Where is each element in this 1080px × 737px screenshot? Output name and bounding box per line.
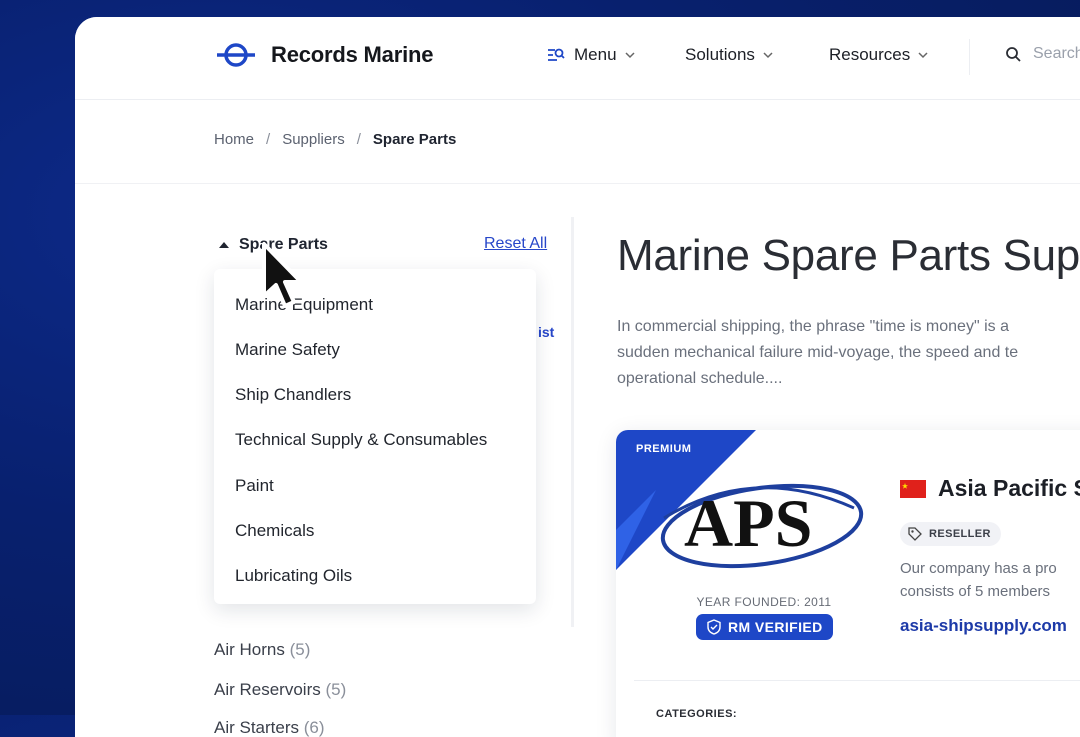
aps-logo-text: APS: [684, 485, 812, 561]
search-input[interactable]: Search: [1005, 45, 1080, 63]
category-item[interactable]: Air Horns (5): [214, 640, 310, 660]
company-name: Asia Pacific S: [938, 475, 1080, 501]
breadcrumb-separator: /: [356, 131, 361, 148]
category-item[interactable]: Air Starters (6): [214, 718, 325, 737]
category-label: Air Horns: [214, 640, 285, 659]
nav-solutions-label: Solutions: [685, 45, 755, 64]
category-count: (6): [303, 718, 325, 737]
company-description: Our company has a pro consists of 5 memb…: [900, 557, 1080, 603]
company-name-row[interactable]: Asia Pacific S: [900, 475, 1080, 502]
category-count: (5): [289, 640, 311, 659]
category-count: (5): [325, 680, 347, 699]
premium-badge: PREMIUM: [636, 443, 692, 455]
category-label: Air Reservoirs: [214, 680, 321, 699]
chevron-down-icon: [625, 52, 635, 59]
dropdown-item-paint[interactable]: Paint: [235, 476, 274, 496]
china-flag-icon: [900, 479, 926, 498]
category-label: Air Starters: [214, 718, 300, 737]
dropdown-item-technical-supply[interactable]: Technical Supply & Consumables: [235, 430, 487, 450]
browser-window: Records Marine Menu Solutions Resources: [75, 17, 1080, 737]
categories-label: CATEGORIES:: [656, 708, 738, 720]
site-header: Records Marine Menu Solutions Resources: [75, 17, 1080, 100]
partial-list-link[interactable]: ist: [538, 324, 554, 340]
reseller-tag: RESELLER: [900, 522, 1001, 546]
reset-all-link[interactable]: Reset All: [484, 235, 547, 253]
dropdown-item-marine-safety[interactable]: Marine Safety: [235, 340, 340, 360]
search-placeholder: Search: [1033, 45, 1080, 62]
logo-icon: [217, 43, 255, 67]
page-title: Marine Spare Parts Sup: [617, 231, 1080, 280]
intro-line: In commercial shipping, the phrase "time…: [617, 318, 1009, 335]
description-line: consists of 5 members: [900, 583, 1051, 600]
description-line: Our company has a pro: [900, 560, 1057, 577]
breadcrumb-current: Spare Parts: [372, 131, 457, 148]
supplier-card-media: PREMIUM APS YEAR FOUNDED: 2011 RM VERIFI…: [616, 430, 874, 737]
menu-search-icon: [548, 48, 565, 61]
aps-logo-image: APS: [660, 483, 864, 569]
supplier-card[interactable]: PREMIUM APS YEAR FOUNDED: 2011 RM VERIFI…: [616, 430, 1080, 737]
reseller-label: RESELLER: [929, 528, 991, 540]
tag-icon: [908, 527, 922, 541]
nav-resources-label: Resources: [829, 45, 911, 64]
brand-logo[interactable]: Records Marine: [217, 41, 433, 69]
breadcrumb-separator: /: [266, 131, 271, 148]
dropdown-item-ship-chandlers[interactable]: Ship Chandlers: [235, 385, 351, 405]
card-divider: [634, 680, 1080, 681]
chevron-down-icon: [918, 52, 928, 59]
intro-line: operational schedule....: [617, 370, 783, 387]
intro-text: In commercial shipping, the phrase "time…: [617, 314, 1080, 392]
breadcrumb-home[interactable]: Home: [214, 131, 254, 148]
rm-verified-badge: RM VERIFIED: [696, 614, 833, 640]
year-founded: YEAR FOUNDED: 2011: [696, 595, 832, 609]
breadcrumb: Home / Suppliers / Spare Parts: [214, 131, 456, 148]
caret-up-icon: [219, 242, 229, 248]
nav-menu-label: Menu: [574, 45, 617, 64]
header-divider: [969, 39, 970, 75]
dropdown-item-lubricating-oils[interactable]: Lubricating Oils: [235, 566, 352, 586]
nav-menu[interactable]: Menu: [547, 45, 635, 65]
company-website-link[interactable]: asia-shipsupply.com: [900, 616, 1067, 636]
verified-label: RM VERIFIED: [728, 619, 823, 635]
breadcrumb-suppliers[interactable]: Suppliers: [282, 131, 345, 148]
dropdown-item-chemicals[interactable]: Chemicals: [235, 521, 314, 541]
category-item[interactable]: Air Reservoirs (5): [214, 680, 346, 700]
brand-name: Records Marine: [271, 42, 434, 67]
mouse-cursor-icon: [262, 242, 303, 308]
intro-line: sudden mechanical failure mid-voyage, th…: [617, 344, 1019, 361]
shield-check-icon: [707, 619, 721, 635]
nav-solutions[interactable]: Solutions: [685, 45, 773, 65]
nav-resources[interactable]: Resources: [829, 45, 928, 65]
breadcrumb-bar: Home / Suppliers / Spare Parts: [75, 99, 1080, 184]
search-icon: [1006, 47, 1021, 62]
chevron-down-icon: [763, 52, 773, 59]
